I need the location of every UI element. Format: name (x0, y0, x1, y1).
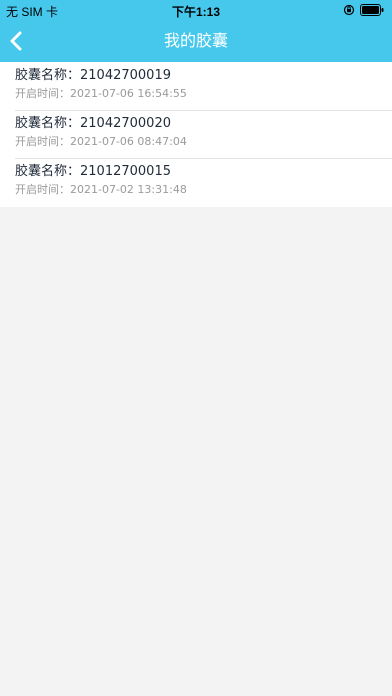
orientation-lock-icon (343, 4, 355, 16)
capsule-list-item[interactable]: 胶囊名称：21042700019 开启时间：2021-07-06 16:54:5… (0, 62, 392, 110)
capsule-time-label: 开启时间： (15, 135, 70, 148)
capsule-list: 胶囊名称：21042700019 开启时间：2021-07-06 16:54:5… (0, 62, 392, 207)
capsule-time-value: 2021-07-06 16:54:55 (70, 87, 187, 100)
chevron-left-icon (10, 31, 22, 51)
back-button[interactable] (0, 20, 44, 62)
capsule-time-label: 开启时间： (15, 87, 70, 100)
status-time: 下午1:13 (171, 5, 221, 19)
capsule-time-label: 开启时间： (15, 183, 70, 196)
capsule-list-item[interactable]: 胶囊名称：21012700015 开启时间：2021-07-02 13:31:4… (0, 158, 392, 206)
capsule-name-label: 胶囊名称： (15, 68, 81, 83)
navigation-bar: 我的胶囊 (0, 20, 392, 62)
status-icons (343, 3, 384, 17)
capsule-name-value: 21012700015 (80, 164, 171, 179)
capsule-name: 胶囊名称：21042700019 (15, 67, 171, 85)
capsule-open-time: 开启时间：2021-07-02 13:31:48 (15, 182, 187, 197)
capsule-name: 胶囊名称：21012700015 (15, 163, 171, 181)
capsule-name-value: 21042700019 (80, 68, 171, 83)
capsule-open-time: 开启时间：2021-07-06 16:54:55 (15, 86, 187, 101)
capsule-name: 胶囊名称：21042700020 (15, 115, 171, 133)
capsule-open-time: 开启时间：2021-07-06 08:47:04 (15, 134, 187, 149)
capsule-name-label: 胶囊名称： (15, 116, 81, 131)
page-title: 我的胶囊 (163, 31, 228, 50)
battery-icon (360, 4, 384, 16)
capsule-list-item[interactable]: 胶囊名称：21042700020 开启时间：2021-07-06 08:47:0… (0, 110, 392, 158)
capsule-time-value: 2021-07-06 08:47:04 (70, 135, 187, 148)
app-header: 无 SIM 卡 下午1:13 我的胶囊 (0, 0, 392, 62)
capsule-time-value: 2021-07-02 13:31:48 (70, 183, 187, 196)
capsule-name-label: 胶囊名称： (15, 164, 81, 179)
capsule-name-value: 21042700020 (80, 116, 171, 131)
status-bar: 无 SIM 卡 下午1:13 (0, 0, 392, 20)
